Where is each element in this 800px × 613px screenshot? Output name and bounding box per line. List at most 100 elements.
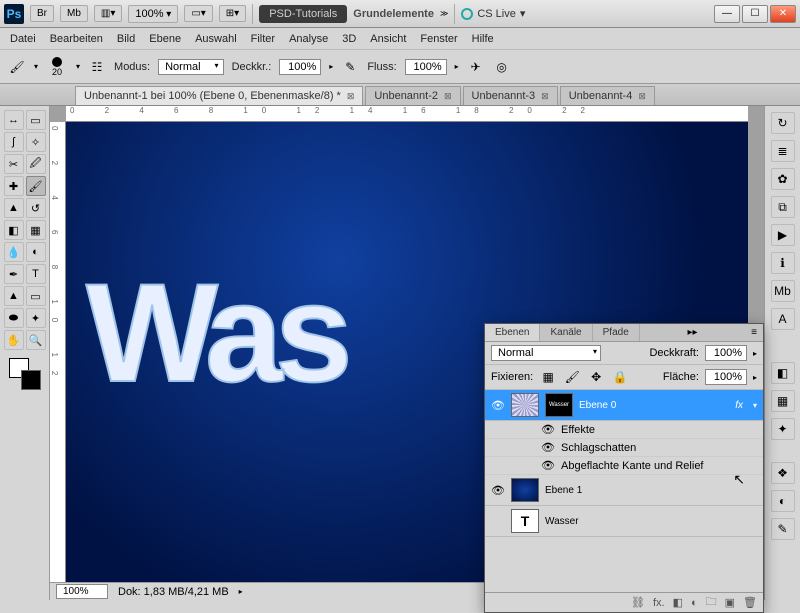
tablet-opacity-icon[interactable]: ✎ bbox=[341, 58, 359, 76]
menu-ansicht[interactable]: Ansicht bbox=[370, 33, 406, 45]
visibility-icon[interactable]: 👁 bbox=[541, 441, 555, 454]
brush-panel-icon[interactable]: ✿ bbox=[771, 168, 795, 190]
fill-arrow[interactable]: ▸ bbox=[753, 373, 757, 382]
menu-datei[interactable]: Datei bbox=[10, 33, 36, 45]
minibridge-button[interactable]: Mb bbox=[60, 5, 88, 22]
history-panel-icon[interactable]: ↻ bbox=[771, 112, 795, 134]
new-layer-icon[interactable]: ▣ bbox=[725, 596, 735, 609]
layer-mask-thumbnail[interactable]: Wasser bbox=[545, 393, 573, 417]
info-panel-icon[interactable]: ℹ bbox=[771, 252, 795, 274]
tab-pfade[interactable]: Pfade bbox=[593, 324, 640, 341]
menu-auswahl[interactable]: Auswahl bbox=[195, 33, 237, 45]
layer-blend-mode-select[interactable]: Normal bbox=[491, 345, 601, 361]
panel-menu-icon[interactable]: ≡ bbox=[745, 324, 763, 341]
fx-badge[interactable]: fx bbox=[735, 400, 743, 411]
menu-ebene[interactable]: Ebene bbox=[149, 33, 181, 45]
pen-tool[interactable]: ✒ bbox=[4, 264, 24, 284]
stamp-tool[interactable]: ▲ bbox=[4, 198, 24, 218]
menu-fenster[interactable]: Fenster bbox=[420, 33, 457, 45]
3d-tool[interactable]: ⬬ bbox=[4, 308, 24, 328]
fx-expand-icon[interactable]: ▾ bbox=[753, 401, 757, 410]
menu-filter[interactable]: Filter bbox=[251, 33, 275, 45]
paths-panel-icon[interactable]: ✎ bbox=[771, 518, 795, 540]
styles-panel-icon[interactable]: ✦ bbox=[771, 418, 795, 440]
effect-schlagschatten[interactable]: 👁Schlagschatten↖ bbox=[485, 439, 763, 457]
ruler-horizontal[interactable]: 0 2 4 6 8 10 12 14 16 18 20 22 bbox=[66, 106, 748, 122]
clone-panel-icon[interactable]: ⧉ bbox=[771, 196, 795, 218]
lock-all-icon[interactable]: 🔒 bbox=[611, 368, 629, 386]
background-swatch[interactable] bbox=[21, 370, 41, 390]
flow-arrow[interactable]: ▸ bbox=[455, 62, 459, 71]
airbrush-icon[interactable]: ✈ bbox=[467, 58, 485, 76]
workspace-psdtutorials[interactable]: PSD-Tutorials bbox=[259, 5, 347, 23]
link-layers-icon[interactable]: ⛓ bbox=[631, 596, 645, 609]
channels-panel-icon[interactable]: ◐ bbox=[771, 490, 795, 512]
layer-name[interactable]: Ebene 0 bbox=[579, 400, 729, 411]
layer-row[interactable]: T Wasser bbox=[485, 506, 763, 537]
menu-hilfe[interactable]: Hilfe bbox=[472, 33, 494, 45]
tab-ebenen[interactable]: Ebenen bbox=[485, 324, 540, 341]
adjustment-layer-icon[interactable]: ◐ bbox=[691, 597, 698, 609]
brush-tool[interactable]: 🖌 bbox=[26, 176, 46, 196]
workspace-more-icon[interactable]: ≫ bbox=[440, 9, 448, 18]
close-tab-icon[interactable]: ⊠ bbox=[638, 91, 646, 102]
layer-name[interactable]: Ebene 1 bbox=[545, 485, 757, 496]
lock-position-icon[interactable]: ✥ bbox=[587, 368, 605, 386]
brush-size-dropdown[interactable]: ▾ bbox=[76, 62, 80, 71]
wand-tool[interactable]: ✧ bbox=[26, 132, 46, 152]
status-menu-arrow[interactable]: ▸ bbox=[239, 587, 243, 596]
visibility-icon[interactable]: 👁 bbox=[541, 423, 555, 436]
layer-mask-icon[interactable]: ◧ bbox=[673, 596, 683, 609]
opacity-arrow[interactable]: ▸ bbox=[329, 62, 333, 71]
tablet-size-icon[interactable]: ◎ bbox=[493, 58, 511, 76]
layer-opacity-input[interactable]: 100% bbox=[705, 345, 747, 361]
path-select-tool[interactable]: ▲ bbox=[4, 286, 24, 306]
arrange-docs-button[interactable]: ▥▾ bbox=[94, 5, 122, 22]
effects-header[interactable]: 👁Effekte bbox=[485, 421, 763, 439]
color-swatches[interactable] bbox=[9, 358, 41, 390]
workspace-name[interactable]: Grundelemente bbox=[353, 8, 434, 20]
layer-thumbnail[interactable] bbox=[511, 393, 539, 417]
doc-tab-4[interactable]: Unbenannt-4⊠ bbox=[560, 86, 655, 105]
color-panel-icon[interactable]: ◧ bbox=[771, 362, 795, 384]
lock-pixels-icon[interactable]: 🖌 bbox=[563, 368, 581, 386]
fill-input[interactable]: 100% bbox=[705, 369, 747, 385]
bridge-button[interactable]: Br bbox=[30, 5, 54, 22]
visibility-icon[interactable]: 👁 bbox=[491, 484, 505, 497]
layer-fx-icon[interactable]: fx. bbox=[653, 597, 665, 609]
doc-tab-1[interactable]: Unbenannt-1 bei 100% (Ebene 0, Ebenenmas… bbox=[75, 86, 363, 105]
brush-preset-dropdown[interactable]: ▾ bbox=[34, 62, 38, 71]
visibility-icon[interactable]: 👁 bbox=[491, 399, 505, 412]
layer-name[interactable]: Wasser bbox=[545, 516, 757, 527]
swatches-panel-icon[interactable]: ▦ bbox=[771, 390, 795, 412]
lock-transparency-icon[interactable]: ▦ bbox=[539, 368, 557, 386]
doc-tab-2[interactable]: Unbenannt-2⊠ bbox=[365, 86, 460, 105]
minimize-button[interactable]: — bbox=[714, 5, 740, 23]
zoom-field[interactable]: 100% bbox=[56, 584, 108, 599]
layer-thumbnail[interactable] bbox=[511, 478, 539, 502]
move-tool[interactable]: ↔ bbox=[4, 110, 24, 130]
delete-layer-icon[interactable]: 🗑 bbox=[743, 596, 757, 609]
cslive-button[interactable]: CS Live ▾ bbox=[461, 7, 525, 20]
zoom-tool[interactable]: 🔍 bbox=[26, 330, 46, 350]
3d-cam-tool[interactable]: ✦ bbox=[26, 308, 46, 328]
close-button[interactable]: ✕ bbox=[770, 5, 796, 23]
screen-mode-button[interactable]: ▭▾ bbox=[184, 5, 212, 22]
tab-kanaele[interactable]: Kanäle bbox=[540, 324, 592, 341]
type-tool[interactable]: T bbox=[26, 264, 46, 284]
type-layer-thumbnail[interactable]: T bbox=[511, 509, 539, 533]
panel-collapse-icon[interactable]: ▸▸ bbox=[681, 324, 703, 341]
menu-bearbeiten[interactable]: Bearbeiten bbox=[50, 33, 103, 45]
actions-panel-icon[interactable]: ≣ bbox=[771, 140, 795, 162]
blend-mode-select[interactable]: Normal bbox=[158, 59, 223, 75]
opacity-arrow[interactable]: ▸ bbox=[753, 349, 757, 358]
nav-panel-icon[interactable]: ▶ bbox=[771, 224, 795, 246]
menu-analyse[interactable]: Analyse bbox=[289, 33, 328, 45]
eraser-tool[interactable]: ◧ bbox=[4, 220, 24, 240]
zoom-level-select[interactable]: 100% ▾ bbox=[128, 5, 178, 23]
doc-tab-3[interactable]: Unbenannt-3⊠ bbox=[463, 86, 558, 105]
close-tab-icon[interactable]: ⊠ bbox=[541, 91, 549, 102]
close-tab-icon[interactable]: ⊠ bbox=[444, 91, 452, 102]
crop-tool[interactable]: ✂ bbox=[4, 154, 24, 174]
menu-bild[interactable]: Bild bbox=[117, 33, 135, 45]
